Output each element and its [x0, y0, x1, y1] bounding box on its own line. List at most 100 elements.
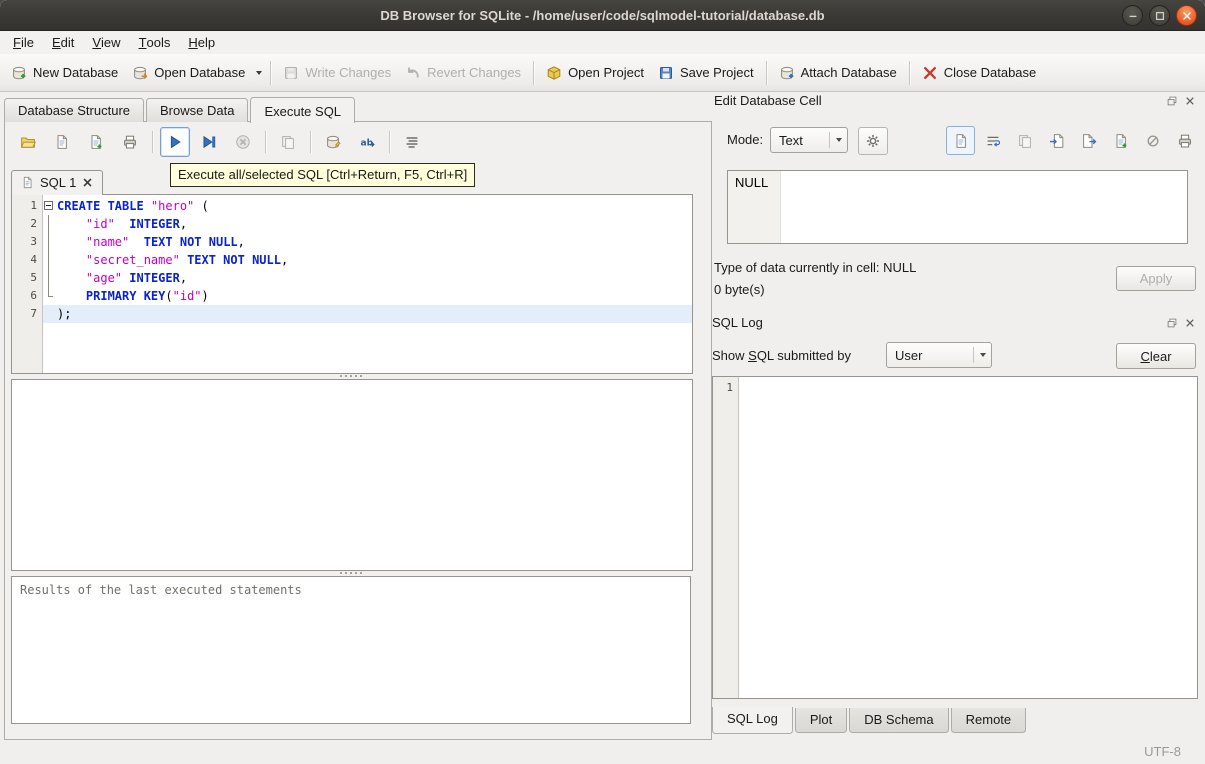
open-project-icon [546, 65, 562, 81]
code-line[interactable]: ); [43, 305, 692, 323]
sql-log-filter-label: Show SQL submitted by [712, 348, 851, 363]
save-as-button[interactable] [1106, 126, 1135, 155]
save-results-button[interactable] [273, 127, 303, 157]
line-number-gutter: 1 2 3 4 5 6 7 [12, 195, 43, 373]
menu-file[interactable]: File [4, 31, 43, 54]
sql-tab[interactable]: SQL 1 [11, 170, 104, 195]
code-area[interactable]: CREATE TABLE "hero" ( "id" INTEGER, "nam… [43, 195, 692, 373]
close-database-button[interactable]: Close Database [915, 59, 1044, 87]
menu-tools[interactable]: Tools [130, 31, 180, 54]
code-line[interactable]: PRIMARY KEY("id") [43, 287, 692, 305]
fold-guide [43, 287, 57, 305]
dock-tab-sql-log[interactable]: SQL Log [712, 707, 793, 734]
window-controls [1122, 5, 1197, 26]
mode-select[interactable]: Text [770, 127, 848, 153]
tab-browse-data[interactable]: Browse Data [146, 98, 249, 122]
export-data-button[interactable] [1074, 126, 1103, 155]
copy-cell-button[interactable] [1010, 126, 1039, 155]
dock-tab-bar: SQL Log Plot DB Schema Remote [712, 707, 1028, 734]
code-line[interactable]: CREATE TABLE "hero" ( [43, 197, 692, 215]
format-sql-button[interactable] [397, 127, 427, 157]
toolbar-separator [908, 60, 910, 85]
dock-tab-plot[interactable]: Plot [794, 708, 848, 733]
toolbar-separator [152, 131, 153, 153]
db-open-icon [132, 65, 148, 81]
close-tab-icon[interactable] [82, 177, 93, 188]
splitter-handle[interactable] [11, 569, 691, 576]
word-wrap-button[interactable] [978, 126, 1007, 155]
close-button[interactable] [1176, 5, 1197, 26]
code-text: PRIMARY KEY("id") [85, 289, 209, 303]
float-dock-icon[interactable] [1165, 94, 1178, 107]
cell-value: NULL [735, 175, 769, 190]
code-line[interactable]: "secret_name" TEXT NOT NULL, [43, 251, 692, 269]
titlebar[interactable]: DB Browser for SQLite - /home/user/code/… [0, 0, 1205, 31]
save-sql-as-button[interactable] [81, 127, 111, 157]
tab-database-structure[interactable]: Database Structure [4, 98, 145, 122]
sql-file-icon [21, 176, 34, 189]
close-dock-icon[interactable] [1183, 94, 1196, 107]
code-text: CREATE TABLE "hero" ( [57, 199, 209, 213]
set-null-button[interactable] [1138, 126, 1167, 155]
sql-tab-label: SQL 1 [40, 175, 77, 190]
cell-editor[interactable]: NULL [727, 170, 1188, 244]
close-database-icon [922, 65, 938, 81]
find-replace-button[interactable]: ab [352, 127, 382, 157]
fold-guide [43, 269, 57, 287]
mode-value: Text [779, 132, 803, 148]
minimize-button[interactable] [1122, 5, 1143, 26]
clear-log-button[interactable]: Clear [1116, 343, 1196, 369]
dock-tab-db-schema[interactable]: DB Schema [849, 708, 949, 733]
execute-line-button[interactable] [194, 127, 224, 157]
open-database-button[interactable]: Open Database [125, 59, 252, 87]
write-changes-button[interactable]: Write Changes [276, 59, 398, 87]
dock-tab-remote[interactable]: Remote [950, 708, 1027, 733]
write-changes-icon [283, 65, 299, 81]
mode-label: Mode: [727, 132, 764, 147]
revert-changes-icon [405, 65, 421, 81]
code-text: ); [57, 307, 72, 321]
window-title: DB Browser for SQLite - /home/user/code/… [380, 7, 825, 23]
save-project-icon [658, 65, 674, 81]
open-database-dropdown[interactable] [252, 60, 265, 86]
sql-log-area[interactable]: 1 [712, 376, 1198, 699]
code-text: "id" INTEGER, [85, 217, 188, 231]
code-text: "age" INTEGER, [85, 271, 188, 285]
print-cell-button[interactable] [1170, 126, 1199, 155]
apply-button[interactable]: Apply [1116, 266, 1196, 291]
menubar: File Edit View Tools Help [0, 31, 1205, 54]
revert-changes-button[interactable]: Revert Changes [398, 59, 528, 87]
stop-button[interactable] [228, 127, 258, 157]
maximize-button[interactable] [1149, 5, 1170, 26]
fold-guide [43, 215, 57, 233]
close-dock-icon[interactable] [1183, 316, 1196, 329]
export-results-button[interactable] [318, 127, 348, 157]
import-data-button[interactable] [1042, 126, 1071, 155]
toolbar-label: New Database [33, 65, 119, 80]
float-dock-icon[interactable] [1165, 316, 1178, 329]
attach-database-button[interactable]: Attach Database [772, 59, 904, 87]
menu-view[interactable]: View [83, 31, 129, 54]
tab-execute-sql[interactable]: Execute SQL [250, 97, 356, 123]
toolbar-label: Open Database [154, 65, 246, 80]
cell-settings-button[interactable] [858, 127, 888, 155]
code-line[interactable]: "age" INTEGER, [43, 269, 692, 287]
code-line[interactable]: "id" INTEGER, [43, 215, 692, 233]
save-sql-file-button[interactable] [47, 127, 77, 157]
sql-log-filter-select[interactable]: User [886, 342, 992, 368]
sql-editor[interactable]: 1 2 3 4 5 6 7 CREATE TABLE "hero" ( "id" INTEG… [11, 194, 693, 374]
open-project-button[interactable]: Open Project [539, 59, 651, 87]
code-line[interactable]: "name" TEXT NOT NULL, [43, 233, 692, 251]
line-number: 1 [30, 199, 37, 212]
text-view-button[interactable] [946, 126, 975, 155]
new-database-button[interactable]: New Database [4, 59, 125, 87]
print-button[interactable] [115, 127, 145, 157]
open-sql-file-button[interactable] [13, 127, 43, 157]
cell-size-info: 0 byte(s) [714, 282, 765, 297]
menu-help[interactable]: Help [179, 31, 224, 54]
execute-all-button[interactable] [160, 127, 190, 157]
log-line-number: 1 [713, 377, 739, 698]
menu-edit[interactable]: Edit [43, 31, 83, 54]
fold-toggle-icon[interactable] [43, 197, 57, 215]
save-project-button[interactable]: Save Project [651, 59, 761, 87]
